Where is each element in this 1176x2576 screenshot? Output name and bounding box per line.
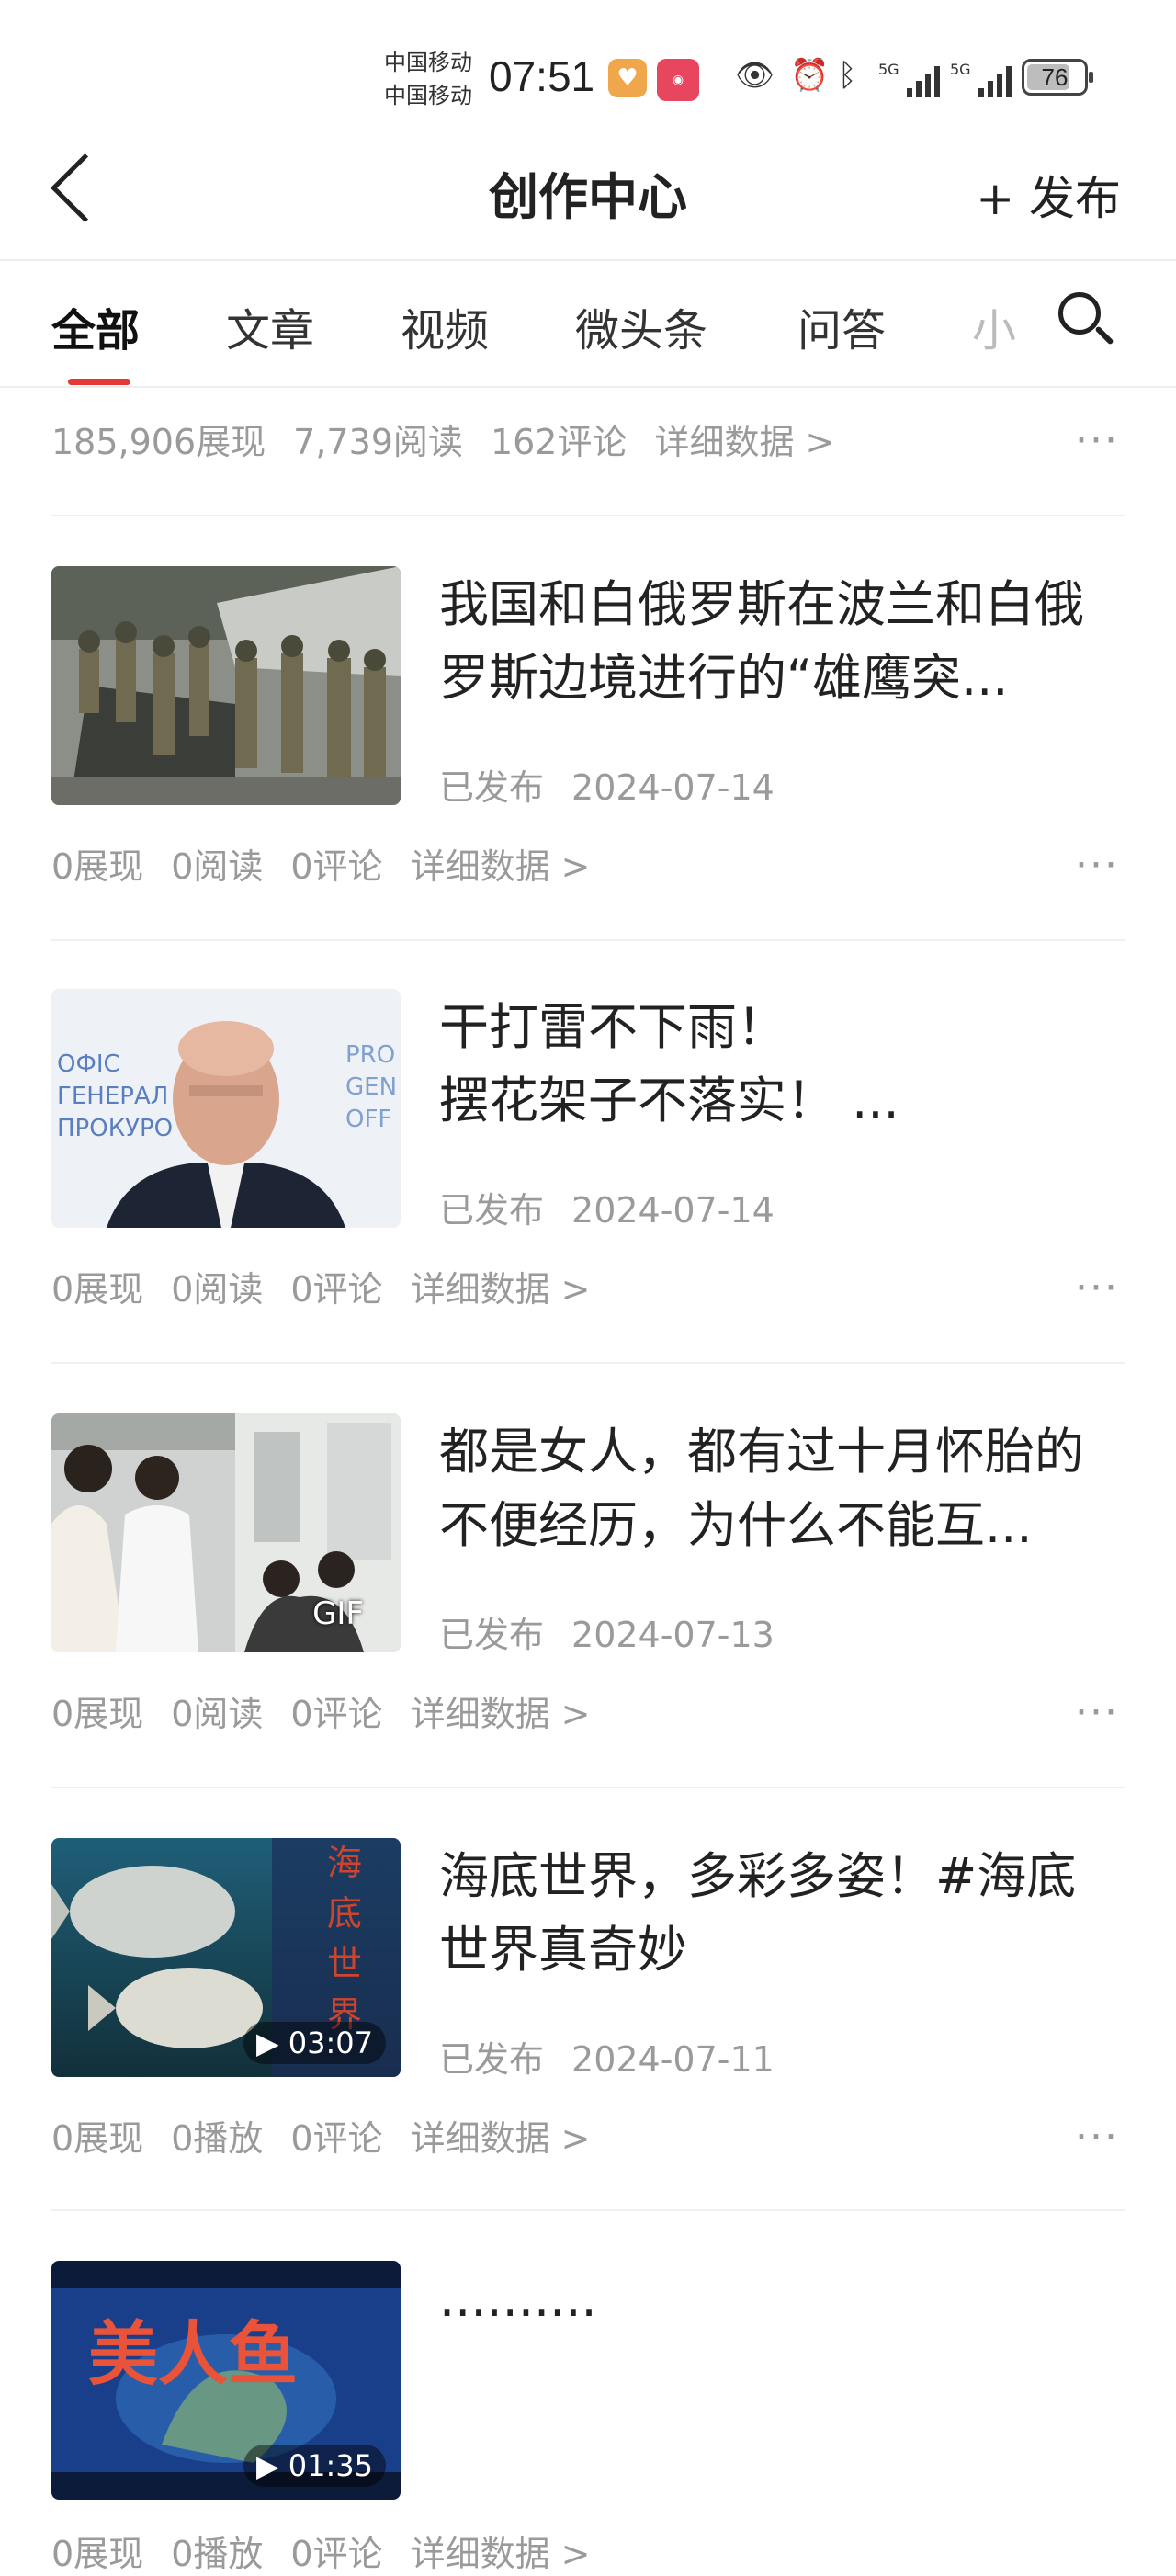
app-badge-icon: ◉ xyxy=(657,59,699,101)
article-thumbnail[interactable] xyxy=(51,566,401,805)
article-thumbnail[interactable]: GIF xyxy=(51,1413,401,1652)
divider xyxy=(51,515,1125,516)
article-stats: 0展现 0阅读 0评论 详细数据 > xyxy=(51,1269,591,1310)
article-stats: 0展现 0播放 0评论 详细数据 > xyxy=(51,2534,591,2574)
tab-micro[interactable]: 微头条 xyxy=(575,294,707,358)
svg-text:ПРОКУРО: ПРОКУРО xyxy=(57,1115,173,1142)
detail-data-link[interactable]: 详细数据 > xyxy=(411,2118,591,2159)
svg-text:PRO: PRO xyxy=(345,1041,395,1069)
article-meta: 已发布 2024-07-14 xyxy=(439,767,775,808)
signal-icon: 5G xyxy=(878,61,940,97)
detail-data-link[interactable]: 详细数据 > xyxy=(654,422,834,462)
svg-text:世: 世 xyxy=(327,1944,362,1984)
article-title[interactable]: .......... xyxy=(439,2263,1119,2336)
summary-stats: 185,906展现 7,739阅读 162评论 详细数据 > xyxy=(51,422,835,462)
article-stats: 0展现 0阅读 0评论 详细数据 > xyxy=(51,1694,591,1734)
article-stats: 0展现 0阅读 0评论 详细数据 > xyxy=(51,846,591,887)
svg-text:底: 底 xyxy=(327,1893,362,1934)
battery-icon: 76 xyxy=(1022,59,1093,96)
thumbnail-text: 美人鱼 xyxy=(88,2313,298,2395)
svg-text:ГЕНЕРАЛ: ГЕНЕРАЛ xyxy=(57,1083,168,1110)
play-icon: ▶ xyxy=(256,2448,279,2483)
article-title[interactable]: 干打雷不下雨！ 摆花架子不落实！ ... xyxy=(439,991,1119,1138)
article-title[interactable]: 都是女人，都有过十月怀胎的不便经历，为什么不能互... xyxy=(439,1415,1119,1562)
tab-all[interactable]: 全部 xyxy=(51,294,140,358)
gif-badge: GIF xyxy=(312,1595,364,1632)
search-icon[interactable] xyxy=(1058,292,1101,335)
article-thumbnail[interactable]: ОФІС ГЕНЕРАЛ ПРОКУРО PRO GEN OFF xyxy=(51,989,401,1228)
signal-icon: 5G xyxy=(950,61,1012,97)
alarm-icon: ⏰ xyxy=(790,57,830,94)
video-thumbnail[interactable]: 海 底 世 界 ▶ 03:07 xyxy=(51,1838,401,2077)
video-duration: ▶ 01:35 xyxy=(243,2445,386,2487)
tab-article[interactable]: 文章 xyxy=(226,294,314,358)
article-title[interactable]: 我国和白俄罗斯在波兰和白俄罗斯边境进行的“雄鹰突... xyxy=(439,568,1119,715)
article-meta: 已发布 2024-07-11 xyxy=(439,2039,775,2080)
article-meta: 已发布 2024-07-14 xyxy=(439,1190,775,1231)
article-title[interactable]: 海底世界，多彩多姿！#海底世界真奇妙 xyxy=(439,1840,1119,1987)
svg-text:OFF: OFF xyxy=(345,1106,391,1133)
detail-data-link[interactable]: 详细数据 > xyxy=(411,2534,591,2574)
more-icon[interactable]: ··· xyxy=(1075,1268,1119,1309)
divider xyxy=(51,2209,1125,2211)
publish-button[interactable]: + 发布 xyxy=(976,162,1121,228)
heart-app-icon: ♥ xyxy=(608,59,647,97)
carrier-label: 中国移动 中国移动 xyxy=(384,50,472,108)
video-duration: ▶ 03:07 xyxy=(243,2022,386,2064)
divider xyxy=(51,939,1125,941)
tab-qa[interactable]: 问答 xyxy=(797,294,886,358)
detail-data-link[interactable]: 详细数据 > xyxy=(411,1269,591,1310)
svg-text:ОФІС: ОФІС xyxy=(57,1050,120,1078)
video-thumbnail[interactable]: 美人鱼 ▶ 01:35 xyxy=(51,2261,401,2500)
status-time: 07:51 xyxy=(489,52,595,100)
more-icon[interactable]: ··· xyxy=(1075,845,1119,886)
play-icon: ▶ xyxy=(256,2026,279,2060)
svg-text:GEN: GEN xyxy=(345,1073,397,1101)
status-bar: 中国移动 中国移动 07:51 ♥ ◉ 👁 ⏰ ᛒ 5G 5G 76 xyxy=(0,0,1176,138)
divider xyxy=(51,1362,1125,1364)
tab-video[interactable]: 视频 xyxy=(401,294,489,358)
article-meta: 已发布 2024-07-13 xyxy=(439,1615,775,1655)
eye-icon: 👁 xyxy=(735,57,775,94)
detail-data-link[interactable]: 详细数据 > xyxy=(411,1694,591,1734)
svg-text:海: 海 xyxy=(327,1843,362,1883)
more-icon[interactable]: ··· xyxy=(1075,2117,1119,2158)
detail-data-link[interactable]: 详细数据 > xyxy=(411,846,591,887)
article-stats: 0展现 0播放 0评论 详细数据 > xyxy=(51,2118,591,2159)
divider xyxy=(51,1787,1125,1788)
more-icon[interactable]: ··· xyxy=(1075,421,1119,461)
tab-more[interactable]: 小 xyxy=(972,294,1016,358)
bluetooth-icon: ᛒ xyxy=(838,57,857,94)
more-icon[interactable]: ··· xyxy=(1075,1693,1119,1733)
active-tab-indicator xyxy=(68,379,130,385)
